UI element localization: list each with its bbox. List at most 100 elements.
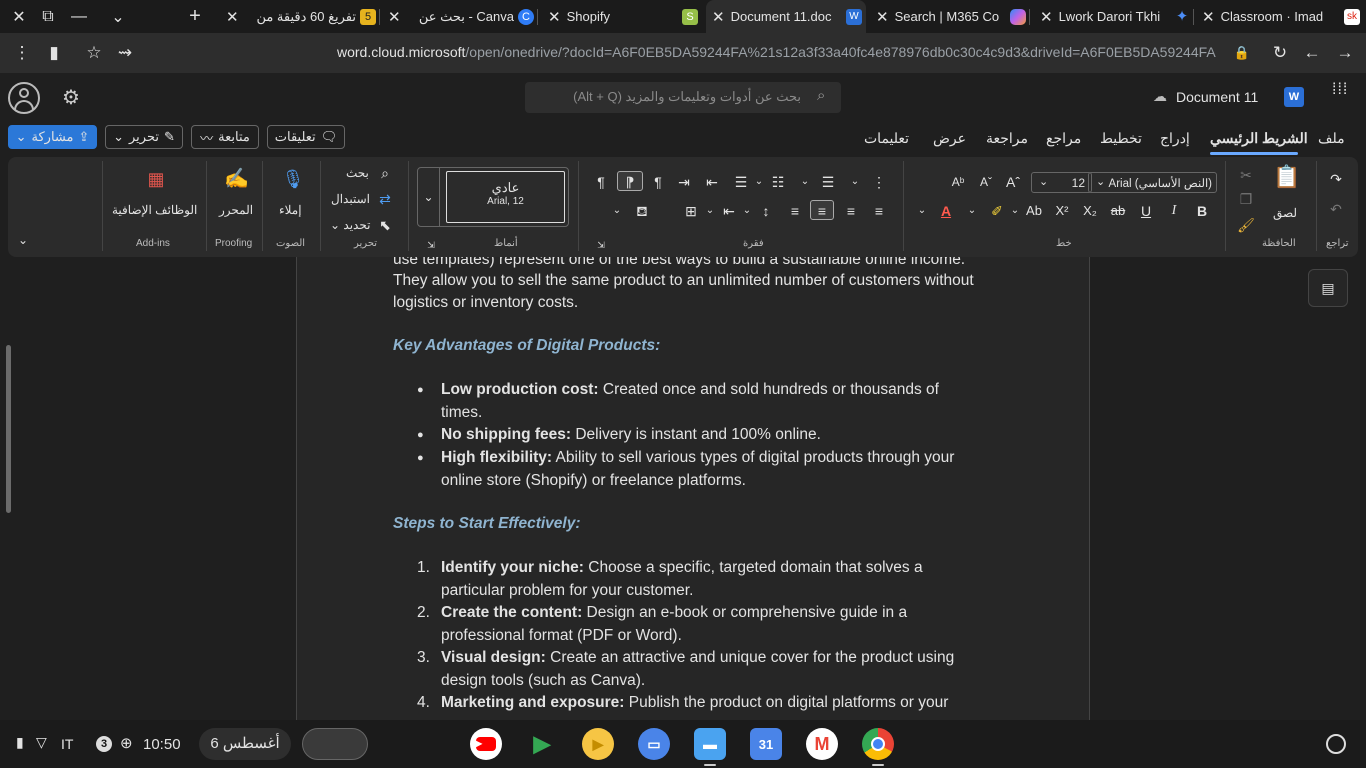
editing-mode-button[interactable]: ⌄ تحرير ✎ xyxy=(105,125,183,149)
forward-arrow-icon[interactable]: → xyxy=(1333,41,1357,65)
files-app-icon[interactable]: ▬ xyxy=(694,728,726,760)
borders-icon[interactable]: ⊞ xyxy=(681,201,701,221)
restore-window-icon[interactable]: ⧉ xyxy=(33,0,63,33)
replace-icon[interactable]: ⇄ xyxy=(375,189,395,209)
align-justify-icon[interactable]: ≡ xyxy=(785,201,805,221)
highlight-marker-icon[interactable]: ✐ xyxy=(987,201,1007,221)
tab-references[interactable]: مراجع xyxy=(1046,130,1081,147)
shrink-font-icon[interactable]: Aˇ xyxy=(976,172,996,192)
styles-dialog-launcher-icon[interactable]: ⇲ xyxy=(421,235,441,255)
minimize-window-icon[interactable]: — xyxy=(64,0,94,33)
browser-tab-6[interactable]: ✕ Lwork Darori Tkhi ✦ xyxy=(1034,0,1194,33)
browser-tab-active[interactable]: ✕ Document 11.doc W xyxy=(706,0,866,33)
tab-close-icon[interactable]: ✕ xyxy=(712,8,725,26)
share-button[interactable]: ⌄ مشاركة ⇪ xyxy=(8,125,97,149)
tab-help[interactable]: تعليمات xyxy=(864,130,909,147)
increase-indent-icon[interactable]: ⇥ xyxy=(674,172,694,192)
back-arrow-icon[interactable]: ← xyxy=(1300,41,1324,65)
line-spacing-icon[interactable]: ⇤ xyxy=(719,201,739,221)
chevron-down-icon[interactable]: ⌄ xyxy=(1005,201,1025,221)
redo-icon[interactable]: ↷ xyxy=(1326,169,1346,189)
launcher-home-icon[interactable] xyxy=(1326,734,1346,754)
comments-button[interactable]: تعليقات 🗨 xyxy=(267,125,345,149)
app-launcher-icon[interactable]: ⁞⁞⁞ xyxy=(1332,82,1348,98)
browser-tab-1[interactable]: ✕ تفريغ 60 دقيقة من 5 xyxy=(220,0,380,33)
chevron-down-icon[interactable]: ⌄ xyxy=(795,172,815,192)
tab-close-icon[interactable]: ✕ xyxy=(548,8,561,26)
chevron-down-icon[interactable]: ⌄ xyxy=(962,201,982,221)
page-scrollbar-thumb[interactable] xyxy=(6,345,11,513)
tab-close-icon[interactable]: ✕ xyxy=(1202,8,1215,26)
chevron-down-icon[interactable]: ⌄ xyxy=(749,172,769,192)
numbered-list-icon[interactable]: ☷ xyxy=(768,172,788,192)
undo-icon[interactable]: ↶ xyxy=(1326,199,1346,219)
keyboard-locale[interactable]: IT xyxy=(61,736,73,752)
align-center-icon[interactable]: ≡ xyxy=(841,201,861,221)
screen-recorder-app-icon[interactable]: ▶ xyxy=(582,728,614,760)
style-normal[interactable]: عادي Arial, 12 xyxy=(446,171,565,223)
tab-search-chevron-icon[interactable]: ⌄ xyxy=(103,0,133,33)
format-painter-icon[interactable]: 🖌 xyxy=(1236,215,1256,235)
select-button[interactable]: ⌄ تحديد xyxy=(330,218,370,232)
holding-space-thumb[interactable] xyxy=(302,728,368,760)
chevron-down-icon[interactable]: ⌄ xyxy=(912,201,932,221)
styles-expand-chevron-icon[interactable]: ⌄ xyxy=(418,168,440,226)
kebab-menu-icon[interactable]: ⋮ xyxy=(10,41,34,65)
multilevel-list-icon[interactable]: ☰ xyxy=(731,172,751,192)
tab-close-icon[interactable]: ✕ xyxy=(388,8,401,26)
document-title[interactable]: Document 11 xyxy=(1176,89,1258,105)
align-right-icon[interactable]: ≡ xyxy=(869,201,889,221)
messages-app-icon[interactable]: ▭ xyxy=(638,728,670,760)
ribbon-collapse-chevron-icon[interactable]: ⌄ xyxy=(13,230,33,250)
browser-tab-5[interactable]: ✕ Search | M365 Co xyxy=(870,0,1030,33)
bookmark-star-icon[interactable]: ☆ xyxy=(82,41,106,65)
share-link-icon[interactable]: ⇝ xyxy=(113,41,137,65)
paste-clipboard-icon[interactable]: 📋 xyxy=(1273,166,1300,193)
ltr-paragraph-icon[interactable]: ⁋ xyxy=(617,171,643,191)
addins-button-label[interactable]: الوظائف الإضافية xyxy=(112,203,197,217)
bold-icon[interactable]: B xyxy=(1192,201,1212,221)
dictate-button-label[interactable]: إملاء xyxy=(279,203,302,217)
paragraph-spacing-icon[interactable]: ↕ xyxy=(756,201,776,221)
cut-scissors-icon[interactable]: ✂ xyxy=(1236,165,1256,185)
document-page[interactable]: use templates) represent one of the best… xyxy=(296,257,1090,720)
chevron-down-icon[interactable]: ⌄ xyxy=(700,201,720,221)
editor-pen-icon[interactable]: ✍ xyxy=(224,169,249,193)
grow-font-icon[interactable]: Aˆ xyxy=(1003,172,1023,192)
calendar-app-icon[interactable]: 31 xyxy=(750,728,782,760)
font-name-select[interactable]: ⌄ Arial (النص الأساسي) xyxy=(1088,172,1217,193)
account-avatar-icon[interactable] xyxy=(8,82,40,114)
play-store-app-icon[interactable]: ▶ xyxy=(526,728,558,760)
chevron-down-icon[interactable]: ⌄ xyxy=(607,201,627,221)
clock-time[interactable]: 10:50 xyxy=(143,736,181,753)
youtube-app-icon[interactable]: ▶ xyxy=(470,728,502,760)
chevron-down-icon[interactable]: ⌄ xyxy=(737,201,757,221)
underline-icon[interactable]: U xyxy=(1136,201,1156,221)
subscript-icon[interactable]: X₂ xyxy=(1080,201,1100,221)
find-search-icon[interactable]: ⌕ xyxy=(375,163,395,183)
browser-tab-7[interactable]: ✕ Classroom · Imad sk xyxy=(1196,0,1366,33)
url-field[interactable]: word.cloud.microsoft/open/onedrive/?docI… xyxy=(337,44,1227,60)
tab-home[interactable]: الشريط الرئيسي xyxy=(1210,130,1308,147)
battery-icon[interactable]: ▮ xyxy=(16,734,24,751)
tab-view[interactable]: عرض xyxy=(933,130,966,147)
show-marks-icon[interactable]: ¶ xyxy=(648,172,668,192)
addins-grid-icon[interactable]: ▦ xyxy=(144,169,168,193)
tab-close-icon[interactable]: ✕ xyxy=(1040,8,1053,26)
side-pane-icon[interactable]: ▤ xyxy=(1308,269,1348,307)
italic-icon[interactable]: I xyxy=(1164,201,1184,221)
wifi-icon[interactable]: ▽ xyxy=(36,734,47,751)
settings-gear-icon[interactable]: ⚙ xyxy=(62,85,80,110)
gmail-app-icon[interactable]: M xyxy=(806,728,838,760)
editor-button-label[interactable]: المحرر xyxy=(219,203,253,217)
font-color-icon[interactable]: A xyxy=(936,201,956,221)
chrome-app-icon[interactable] xyxy=(862,728,894,760)
replace-button[interactable]: استبدال xyxy=(331,192,370,206)
decrease-indent-icon[interactable]: ⇤ xyxy=(702,172,722,192)
find-button[interactable]: بحث xyxy=(346,166,369,180)
shading-bucket-icon[interactable]: ⛾ xyxy=(632,201,652,221)
strikethrough-icon[interactable]: ab xyxy=(1108,201,1128,221)
change-case-icon[interactable]: Ab xyxy=(1024,201,1044,221)
text-direction-icon[interactable]: ⋮ xyxy=(869,172,889,192)
select-cursor-icon[interactable]: ⬉ xyxy=(375,215,395,235)
